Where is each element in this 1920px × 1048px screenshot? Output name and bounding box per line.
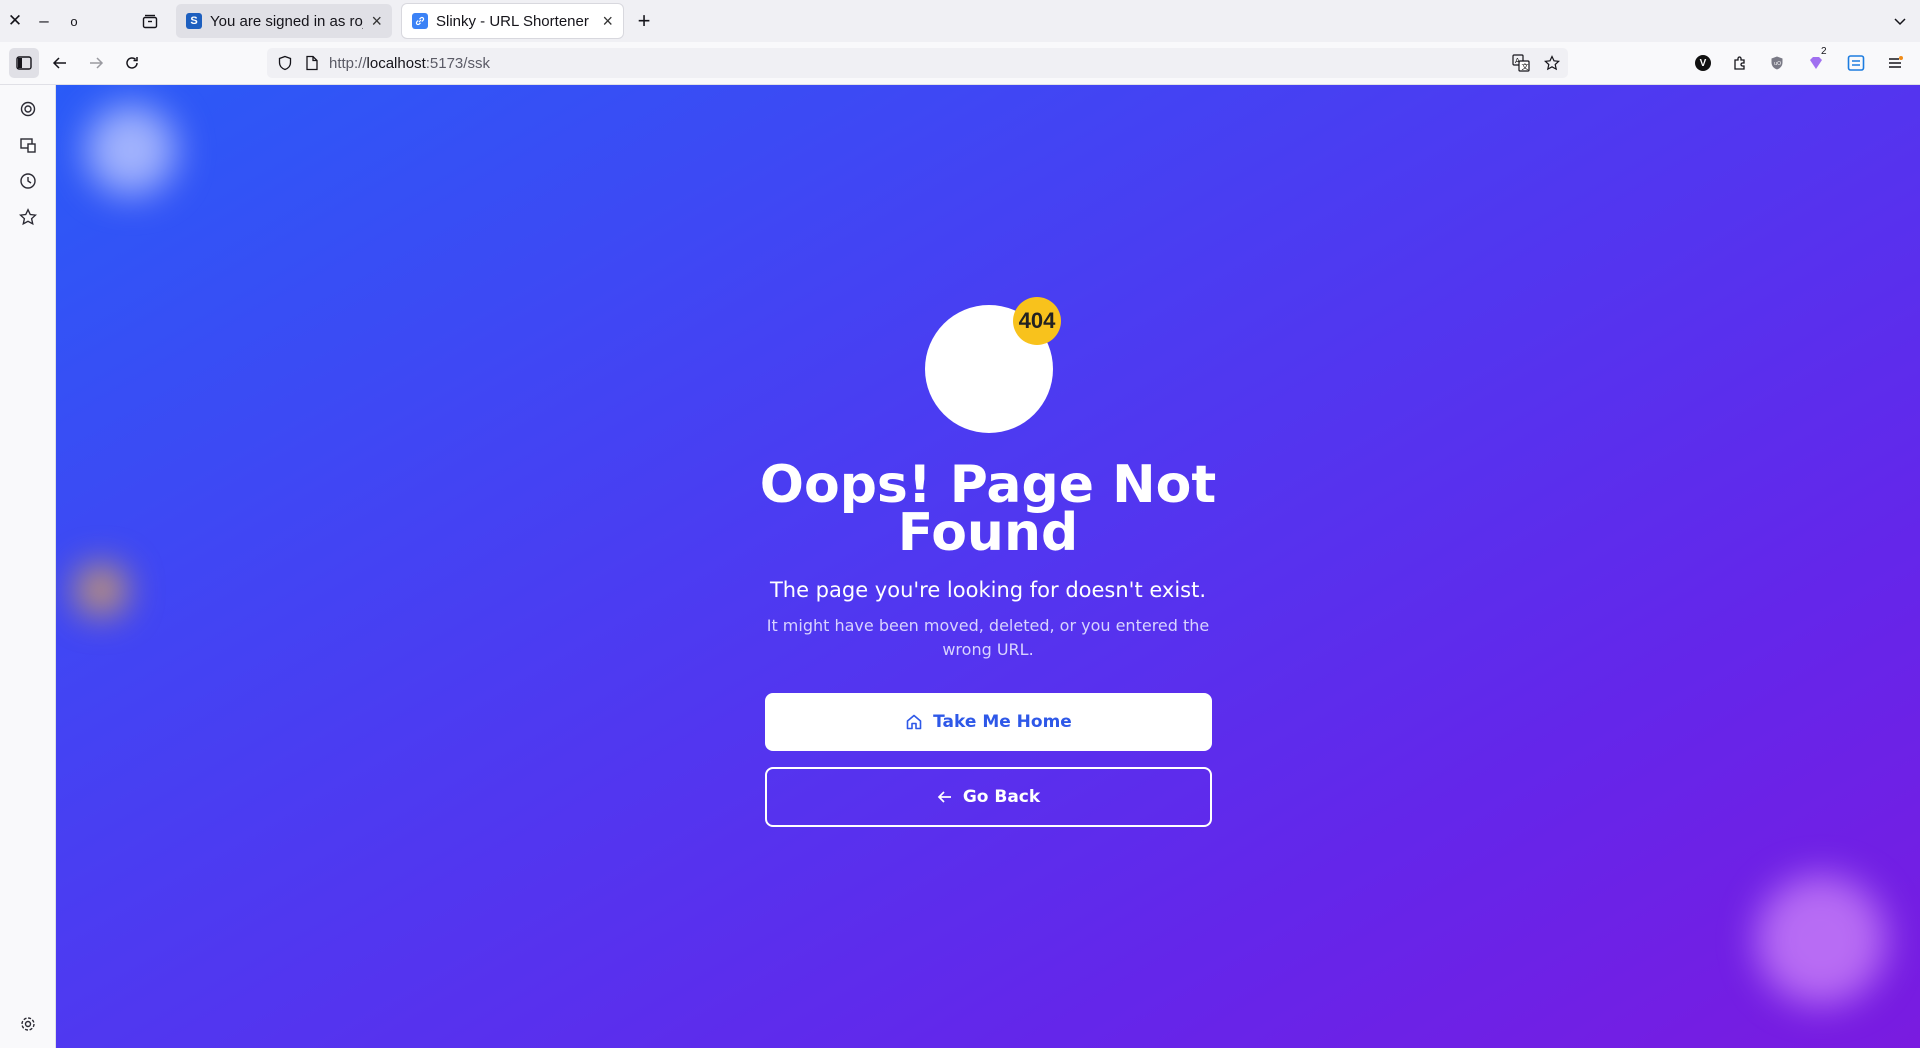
sync-tab-icon[interactable] [1841,48,1871,78]
tab-groups-icon[interactable] [136,8,164,34]
extensions-puzzle-icon[interactable] [1725,48,1755,78]
link-icon [412,13,428,29]
minimize-window-icon[interactable]: – [30,8,58,34]
translate-icon[interactable]: A文 [1512,54,1530,72]
take-me-home-button[interactable]: Take Me Home [765,693,1212,751]
tab-title: Slinky - URL Shortener [436,12,589,30]
gem-extension-icon[interactable]: 2 [1801,46,1831,78]
new-tab-icon[interactable]: + [630,8,658,34]
synced-tabs-icon[interactable] [14,131,41,158]
svg-text:A: A [1515,57,1520,65]
go-back-button[interactable]: Go Back [765,767,1212,827]
not-found-panel: 404 Oops! Page Not Found The page you're… [56,85,1920,1048]
settings-gear-icon[interactable] [14,1010,41,1037]
home-icon [905,713,923,731]
tab-slinky[interactable]: Slinky - URL Shortener × [402,4,623,38]
tab-title: You are signed in as rojith [210,12,363,30]
close-tab-icon[interactable]: × [371,11,382,32]
ublock-shield-icon[interactable]: uO [1762,48,1792,78]
back-button-label: Go Back [962,787,1041,807]
back-arrow-icon[interactable] [45,48,75,78]
url-path: :5173/ssk [425,54,490,72]
home-button-label: Take Me Home [933,712,1072,732]
browser-sidebar [0,85,56,1048]
page-title: Oops! Page Not Found [759,455,1217,563]
close-tab-icon[interactable]: × [602,11,613,32]
page-description: It might have been moved, deleted, or yo… [766,616,1210,659]
v-extension-icon[interactable]: V [1688,48,1718,78]
arrow-left-icon [937,789,953,805]
svg-text:uO: uO [1774,61,1781,67]
page-subtitle: The page you're looking for doesn't exis… [769,578,1207,602]
svg-text:文: 文 [1522,62,1529,71]
list-tabs-chevron-icon[interactable] [1886,8,1914,34]
s-favicon-icon: S [186,13,202,29]
tab-signed-in[interactable]: S You are signed in as rojith × [176,4,392,38]
chatgpt-icon[interactable] [14,95,41,122]
shield-icon[interactable] [277,55,293,71]
restore-window-icon[interactable]: o [60,8,88,34]
app-menu-icon[interactable] [1880,48,1910,78]
url-prefix: http:// [329,54,367,72]
url-bar[interactable]: http://localhost:5173/ssk A文 [267,48,1568,78]
page-icon[interactable] [305,55,319,71]
v-extension-label: V [1695,55,1711,71]
history-clock-icon[interactable] [14,167,41,194]
extension-badge-count: 2 [1821,46,1827,57]
reload-icon[interactable] [117,48,147,78]
forward-arrow-icon[interactable] [81,48,111,78]
page-content: 404 Oops! Page Not Found The page you're… [56,85,1920,1048]
tab-strip: ✕ – o S You are signed in as rojith × Sl… [0,0,1920,42]
close-window-icon[interactable]: ✕ [1,8,29,34]
error-code-badge: 404 [1013,297,1061,345]
url-text[interactable]: http://localhost:5173/ssk [329,55,490,72]
bookmark-star-icon[interactable] [1544,55,1560,71]
bookmarks-star-icon[interactable] [14,203,41,230]
url-host: localhost [366,54,426,72]
sidebar-toggle-icon[interactable] [9,48,39,78]
navigation-toolbar: http://localhost:5173/ssk A文 V uO 2 [0,42,1920,85]
